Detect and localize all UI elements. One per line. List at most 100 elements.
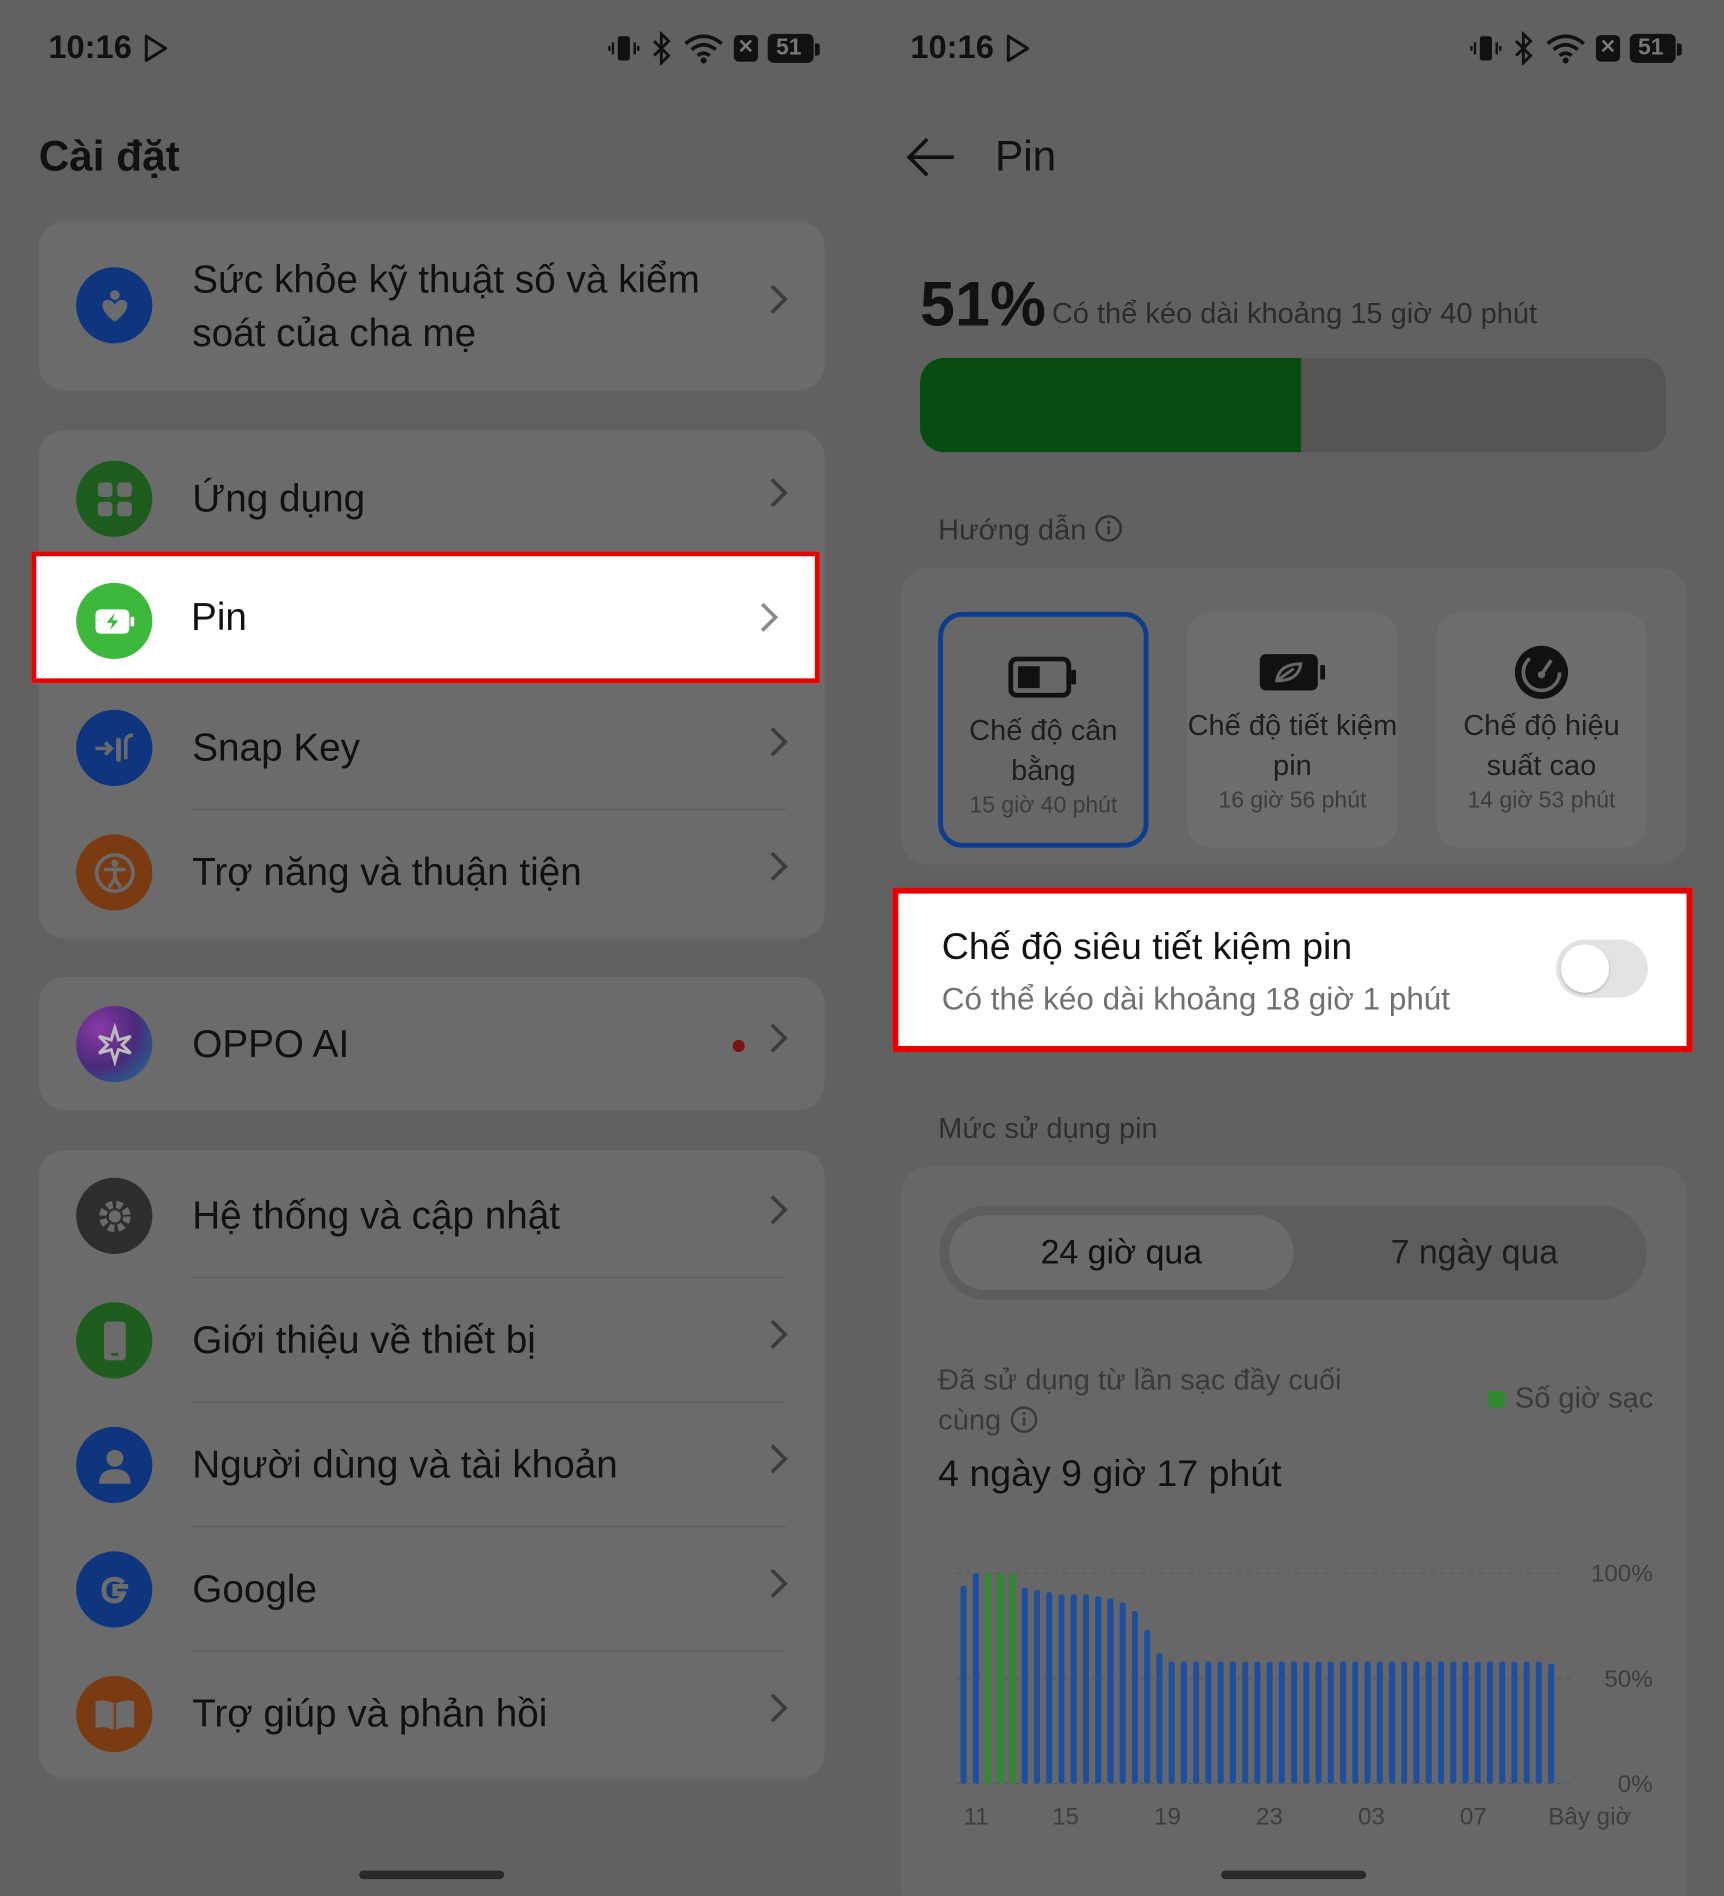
info-icon[interactable] <box>1094 514 1123 543</box>
battery-level-bar-mark <box>1119 1602 1126 1784</box>
settings-item-oppo-ai[interactable]: OPPO AI <box>39 982 825 1107</box>
battery-level-bar-mark <box>1523 1661 1530 1784</box>
bluetooth-icon <box>652 31 671 66</box>
tab-7-days[interactable]: 7 ngày qua <box>1302 1215 1647 1290</box>
battery-level-bar-mark <box>1425 1661 1432 1784</box>
chevron-right-icon <box>758 1693 788 1723</box>
status-time: 10:16 <box>48 29 132 66</box>
battery-level-bar-mark <box>1070 1594 1077 1784</box>
settings-item-label: Hệ thống và cập nhật <box>192 1193 561 1238</box>
battery-level-bar-mark <box>1144 1629 1151 1784</box>
settings-item-accessibility[interactable]: Trợ năng và thuận tiện <box>39 810 825 935</box>
x-tick-label: Bây giờ <box>1548 1804 1631 1831</box>
battery-level-bar <box>920 357 1667 453</box>
help-book-icon <box>76 1675 153 1753</box>
battery-level-bar-mark <box>1486 1661 1493 1784</box>
x-tick-label: 19 <box>1154 1804 1181 1831</box>
settings-item-battery[interactable]: Pin <box>31 551 820 684</box>
battery-screen: 10:16 ✕ 51 Pin 51% Có thể kéo dài khoảng… <box>862 0 1724 1896</box>
snap-key-icon <box>76 709 153 786</box>
speedometer-icon <box>1436 645 1646 699</box>
settings-item-label: Google <box>192 1567 317 1611</box>
charging-bar <box>985 1573 992 1784</box>
chevron-right-icon <box>758 1444 788 1474</box>
toggle-knob <box>1560 944 1610 993</box>
settings-item-label: Ứng dụng <box>192 476 366 520</box>
chevron-right-icon <box>758 1195 788 1225</box>
battery-level-bar-mark <box>1303 1661 1310 1784</box>
settings-item-about-device[interactable]: Giới thiệu về thiết bị <box>39 1278 825 1403</box>
settings-item-label: Trợ giúp và phản hồi <box>192 1691 548 1736</box>
battery-level-bar-mark <box>1462 1661 1469 1784</box>
battery-level-bar-mark <box>1340 1661 1347 1784</box>
chevron-right-icon <box>758 478 788 508</box>
battery-level-bar-mark <box>1548 1663 1555 1784</box>
settings-screen: 10:16 ✕ 51 Cài đặt Sức khỏe kỹ thuật số … <box>0 0 863 1896</box>
settings-item-google[interactable]: Google <box>39 1527 825 1652</box>
x-tick-label: 03 <box>1358 1804 1385 1831</box>
chevron-right-icon <box>758 1319 788 1349</box>
chevron-right-icon <box>758 1023 788 1053</box>
mode-power-saving-card[interactable]: Chế độ tiết kiệm pin 16 giờ 56 phút <box>1187 611 1398 848</box>
settings-item-users-accounts[interactable]: Người dùng và tài khoản <box>39 1403 825 1528</box>
battery-level-bar-mark <box>1327 1661 1334 1784</box>
x-tick-label: 23 <box>1256 1804 1283 1831</box>
mode-balanced-card[interactable]: Chế độ cân bằng 15 giờ 40 phút <box>938 611 1149 848</box>
battery-level-bar-mark <box>1352 1661 1359 1784</box>
heart-icon <box>76 267 153 344</box>
user-icon <box>76 1426 153 1504</box>
battery-charging-icon <box>76 582 153 660</box>
legend-label: Số giờ sạc <box>1514 1382 1654 1415</box>
settings-group-4: Hệ thống và cập nhật Giới thiệu về thiết… <box>38 1149 825 1779</box>
chevron-right-icon <box>758 1568 788 1598</box>
battery-level-bar-mark <box>1107 1598 1114 1784</box>
settings-item-system[interactable]: Hệ thống và cập nhật <box>39 1154 825 1279</box>
settings-item-label: Sức khỏe kỹ thuật số và kiểm soát của ch… <box>192 256 700 354</box>
mode-title: Chế độ tiết kiệm pin <box>1187 709 1398 783</box>
battery-icon: 51 <box>767 33 820 63</box>
mode-time: 14 giờ 53 phút <box>1467 788 1616 814</box>
settings-item-snap-key[interactable]: Snap Key <box>39 686 825 811</box>
wifi-icon <box>684 34 723 64</box>
settings-item-help-feedback[interactable]: Trợ giúp và phản hồi <box>39 1652 825 1777</box>
battery-icon: 51 <box>1629 33 1682 63</box>
used-since-value: 4 ngày 9 giờ 17 phút <box>938 1452 1282 1495</box>
battery-level-bar-mark <box>1242 1661 1249 1784</box>
super-saver-toggle[interactable] <box>1555 939 1648 998</box>
mode-title: Chế độ cân bằng <box>969 714 1118 788</box>
chevron-right-icon <box>758 284 788 314</box>
mode-time: 15 giờ 40 phút <box>969 793 1118 819</box>
battery-level-bar-mark <box>1229 1661 1236 1784</box>
battery-usage-chart: 100% 50% 0% 11 15 19 23 03 07 Bây giờ <box>956 1561 1653 1831</box>
super-saver-subtitle: Có thể kéo dài khoảng 18 giờ 1 phút <box>941 980 1451 1017</box>
charging-bar <box>997 1573 1004 1784</box>
x-tick-label: 11 <box>964 1804 989 1831</box>
battery-level-bar-mark <box>1278 1661 1285 1784</box>
no-sim-icon: ✕ <box>733 35 758 62</box>
battery-level-bar-mark <box>1156 1653 1163 1784</box>
guide-label[interactable]: Hướng dẫn <box>938 514 1123 548</box>
back-arrow-icon[interactable] <box>906 135 957 179</box>
play-store-icon <box>144 34 168 62</box>
home-indicator[interactable] <box>358 1870 504 1880</box>
settings-item-label: Giới thiệu về thiết bị <box>192 1318 536 1362</box>
settings-item-apps[interactable]: Ứng dụng <box>39 437 825 562</box>
battery-level-bar-mark <box>1254 1661 1261 1784</box>
super-power-saving-row[interactable]: Chế độ siêu tiết kiệm pin Có thể kéo dài… <box>892 887 1693 1053</box>
info-icon[interactable] <box>1009 1405 1038 1434</box>
y-tick-label: 50% <box>1604 1666 1652 1693</box>
battery-level-bar-mark <box>1266 1661 1273 1784</box>
vibrate-icon <box>1469 36 1502 61</box>
settings-item-digital-wellbeing[interactable]: Sức khỏe kỹ thuật số và kiểm soát của ch… <box>39 243 825 368</box>
battery-level-bar-mark <box>1058 1594 1065 1784</box>
power-mode-selector: Chế độ cân bằng 15 giờ 40 phút Chế độ ti… <box>900 568 1687 865</box>
battery-level-bar-mark <box>1046 1592 1053 1784</box>
settings-group-3: OPPO AI <box>38 977 825 1111</box>
mode-high-performance-card[interactable]: Chế độ hiệu suất cao 14 giờ 53 phút <box>1436 611 1647 848</box>
home-indicator[interactable] <box>1220 1870 1366 1880</box>
settings-item-label: Trợ năng và thuận tiện <box>192 850 582 894</box>
battery-level-bar-mark <box>972 1573 979 1784</box>
tab-24-hours[interactable]: 24 giờ qua <box>949 1215 1294 1291</box>
wifi-icon <box>1546 34 1585 64</box>
status-bar: 10:16 ✕ 51 <box>48 29 820 70</box>
